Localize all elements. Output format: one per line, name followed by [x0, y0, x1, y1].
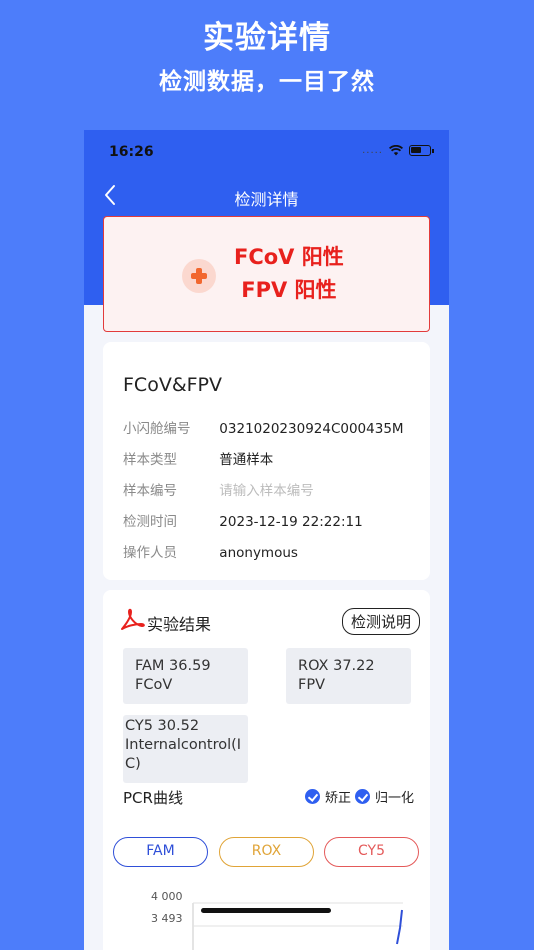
status-bar: 16:26 .....	[84, 130, 449, 174]
tab-cy5[interactable]: CY5	[324, 837, 419, 867]
results-card: 实验结果 检测说明 FAM 36.59 FCoV ROX 37.22 FPV C…	[103, 590, 430, 950]
channel-tile-rox: ROX 37.22 FPV	[286, 648, 411, 704]
tab-rox[interactable]: ROX	[219, 837, 314, 867]
info-label: 样本编号	[123, 483, 177, 499]
page-title: 检测详情	[234, 190, 299, 209]
info-row-test-time: 检测时间 2023-12-19 22:22:11	[123, 510, 363, 530]
sample-name: FCoV&FPV	[123, 374, 223, 396]
wifi-icon	[389, 145, 403, 156]
results-title: 实验结果	[147, 615, 212, 634]
result-line-fpv: FPV 阳性	[241, 278, 337, 302]
phone-screen: 16:26 ..... 检测详情 FCoV 阳性 FPV 阳性 FCoV&FPV…	[84, 130, 449, 950]
checkmark-icon	[305, 789, 320, 804]
promo-title: 实验详情	[203, 20, 331, 56]
checkmark-icon	[355, 789, 370, 804]
channel-ct: CY5 30.52	[125, 718, 200, 734]
y-axis-tick: 3 493	[151, 912, 183, 925]
normalize-checkbox[interactable]: 归一化	[355, 787, 414, 806]
signal-icon: .....	[362, 145, 383, 156]
positive-plus-icon	[182, 259, 216, 293]
channel-target: FCoV	[135, 677, 173, 693]
correction-checkbox[interactable]: 矫正	[305, 787, 351, 806]
sample-info-card: FCoV&FPV 小闪舱编号 0321020230924C000435M 样本类…	[103, 342, 430, 580]
info-value: 2023-12-19 22:22:11	[219, 514, 363, 530]
tab-fam[interactable]: FAM	[113, 837, 208, 867]
home-indicator	[201, 908, 331, 913]
info-label: 操作人员	[123, 545, 177, 561]
info-value: 普通样本	[219, 452, 274, 468]
info-label: 小闪舱编号	[123, 421, 191, 437]
battery-icon	[409, 145, 434, 156]
info-row-operator: 操作人员 anonymous	[123, 541, 298, 561]
info-row-device-id: 小闪舱编号 0321020230924C000435M	[123, 417, 404, 437]
channel-target: FPV	[298, 677, 326, 693]
info-value: anonymous	[219, 545, 298, 561]
checkbox-label: 矫正	[325, 791, 352, 806]
channel-tile-cy5: CY5 30.52 Internalcontrol(I C)	[123, 715, 248, 783]
result-line-fcov: FCoV 阳性	[234, 245, 344, 269]
pcr-curve-label: PCR曲线	[123, 789, 183, 807]
info-label: 检测时间	[123, 514, 177, 530]
y-axis-tick: 4 000	[151, 890, 183, 903]
info-row-sample-type: 样本类型 普通样本	[123, 448, 273, 468]
test-help-button[interactable]: 检测说明	[341, 608, 420, 635]
channel-target: Internalcontrol(I	[125, 737, 242, 753]
result-lines: FCoV 阳性 FPV 阳性	[234, 241, 344, 307]
pcr-chart	[192, 902, 403, 950]
info-label: 样本类型	[123, 452, 177, 468]
curve-line	[396, 909, 403, 945]
checkbox-label: 归一化	[375, 791, 415, 806]
channel-tile-fam: FAM 36.59 FCoV	[123, 648, 248, 704]
sample-number-input[interactable]: 请输入样本编号	[219, 483, 314, 499]
result-summary-card: FCoV 阳性 FPV 阳性	[103, 216, 430, 332]
pdf-icon	[121, 608, 145, 630]
status-icons: .....	[362, 145, 434, 156]
channel-target-cont: C)	[125, 756, 141, 772]
info-value: 0321020230924C000435M	[219, 421, 404, 437]
status-time: 16:26	[109, 144, 154, 160]
info-row-sample-number: 样本编号 请输入样本编号	[123, 479, 314, 499]
channel-ct: ROX 37.22	[298, 658, 375, 674]
channel-ct: FAM 36.59	[135, 658, 211, 674]
promo-subtitle: 检测数据，一目了然	[159, 69, 375, 95]
